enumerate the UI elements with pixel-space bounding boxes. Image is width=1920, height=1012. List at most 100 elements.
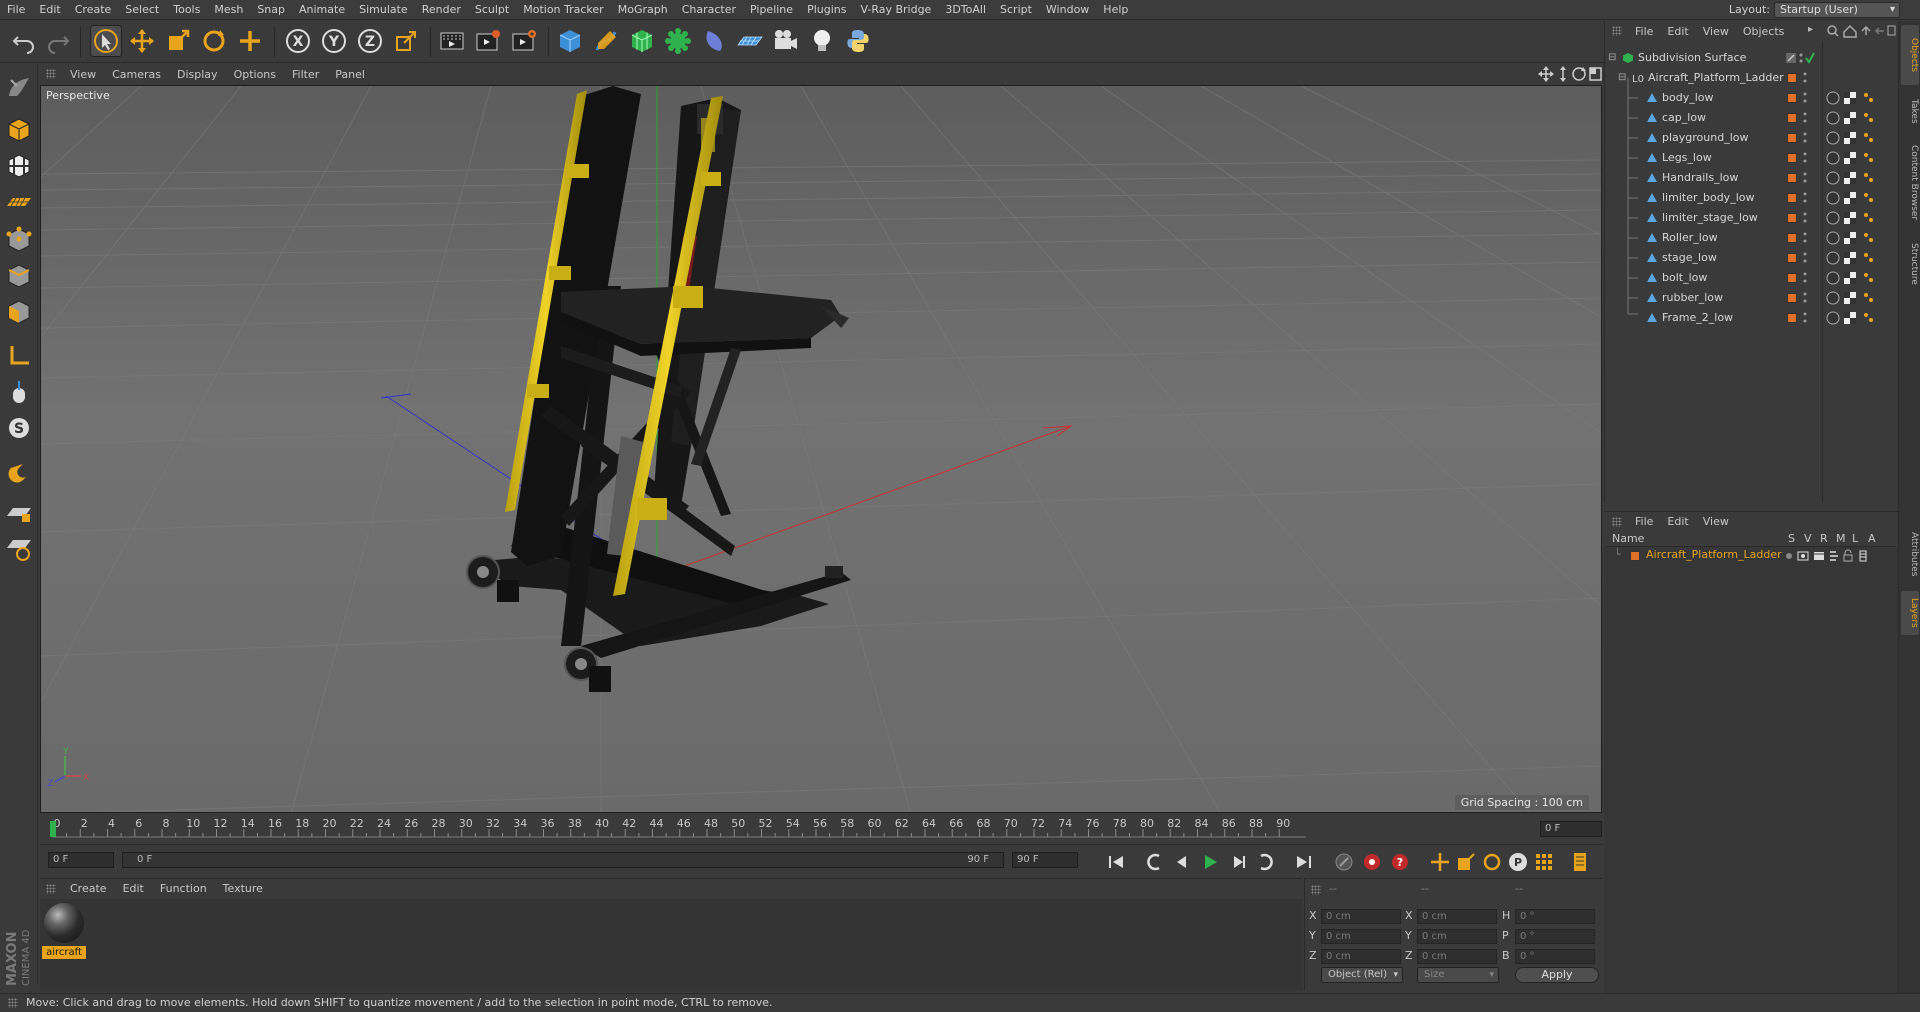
layer-color-swatch[interactable] bbox=[1787, 313, 1797, 323]
add-icon[interactable] bbox=[234, 25, 266, 57]
om-row-aircraft-platform-ladder[interactable]: ⊟ L0 Aircraft_Platform_Ladder bbox=[1606, 68, 1896, 88]
uvw-tag-icon[interactable] bbox=[1844, 292, 1856, 304]
menu-vray-bridge[interactable]: V-Ray Bridge bbox=[853, 0, 938, 20]
lm-menu-view[interactable]: View bbox=[1696, 515, 1736, 528]
perspective-viewport[interactable]: Y X Z Perspective Grid Spacing : 100 cm bbox=[40, 85, 1602, 813]
rotation-key-icon[interactable] bbox=[1480, 850, 1504, 874]
layer-animation-icon[interactable] bbox=[1859, 550, 1867, 562]
scale-icon[interactable] bbox=[162, 25, 194, 57]
rotate-icon[interactable] bbox=[198, 25, 230, 57]
tab-objects[interactable]: Objects bbox=[1901, 25, 1919, 85]
om-row-child[interactable]: cap_low bbox=[1606, 108, 1896, 128]
subdivision-icon[interactable] bbox=[626, 25, 658, 57]
om-row-child[interactable]: Legs_low bbox=[1606, 148, 1896, 168]
menu-character[interactable]: Character bbox=[675, 0, 743, 20]
subdivision-edit-icon[interactable] bbox=[1786, 53, 1796, 63]
layout-select[interactable]: Startup (User) bbox=[1774, 2, 1900, 18]
menu-window[interactable]: Window bbox=[1039, 0, 1096, 20]
menu-motion-tracker[interactable]: Motion Tracker bbox=[516, 0, 610, 20]
menu-script[interactable]: Script bbox=[993, 0, 1039, 20]
om-row-child[interactable]: limiter_body_low bbox=[1606, 188, 1896, 208]
om-row-child[interactable]: playground_low bbox=[1606, 128, 1896, 148]
phong-tag-icon[interactable] bbox=[1864, 293, 1873, 302]
viewport-menu-panel[interactable]: Panel bbox=[327, 68, 373, 81]
viewport-menu-view[interactable]: View bbox=[62, 68, 104, 81]
coordinate-system-icon[interactable] bbox=[390, 25, 422, 57]
layer-color-swatch[interactable] bbox=[1630, 551, 1640, 561]
menu-animate[interactable]: Animate bbox=[292, 0, 352, 20]
play-forward-icon[interactable] bbox=[1198, 850, 1222, 874]
pen-icon[interactable] bbox=[590, 25, 622, 57]
uvw-tag-icon[interactable] bbox=[1844, 192, 1856, 204]
om-row-child[interactable]: limiter_stage_low bbox=[1606, 208, 1896, 228]
move-icon[interactable] bbox=[126, 25, 158, 57]
select-arrow-icon[interactable] bbox=[90, 25, 122, 57]
om-menu-objects[interactable]: Objects bbox=[1736, 25, 1792, 38]
y-axis-icon[interactable]: Y bbox=[318, 25, 350, 57]
keyframe-selection-icon[interactable]: ? bbox=[1388, 850, 1412, 874]
toggle-layout-icon[interactable] bbox=[1589, 67, 1602, 81]
om-menu-edit[interactable]: Edit bbox=[1660, 25, 1695, 38]
previous-frame-icon[interactable] bbox=[1170, 850, 1194, 874]
viewport-menu-display[interactable]: Display bbox=[169, 68, 226, 81]
visibility-dots-icon[interactable] bbox=[1803, 251, 1807, 265]
camera-icon[interactable] bbox=[770, 25, 802, 57]
snap-settings-icon[interactable]: S bbox=[3, 412, 35, 444]
phong-tag-icon[interactable] bbox=[1864, 233, 1873, 242]
rotation-h-field[interactable]: 0 ° bbox=[1515, 909, 1595, 924]
min-frame-field[interactable]: 0 F bbox=[48, 852, 114, 868]
layer-manager-icon[interactable] bbox=[1830, 551, 1838, 561]
size-y-field[interactable]: 0 cm bbox=[1417, 929, 1497, 944]
rotation-b-field[interactable]: 0 ° bbox=[1515, 949, 1595, 964]
rotate-view-icon[interactable] bbox=[1572, 67, 1586, 81]
tab-attributes[interactable]: Attributes bbox=[1901, 521, 1919, 587]
lm-col-name[interactable]: Name bbox=[1612, 532, 1644, 545]
next-frame-icon[interactable] bbox=[1226, 850, 1250, 874]
polygons-mode-icon[interactable] bbox=[3, 296, 35, 328]
model-mode-icon[interactable] bbox=[3, 114, 35, 146]
points-mode-icon[interactable] bbox=[3, 224, 35, 256]
uvw-tag-icon[interactable] bbox=[1844, 312, 1856, 324]
om-row-child[interactable]: Roller_low bbox=[1606, 228, 1896, 248]
viewport-menu-filter[interactable]: Filter bbox=[284, 68, 327, 81]
material-tag-icon[interactable] bbox=[1826, 111, 1840, 125]
menu-mograph[interactable]: MoGraph bbox=[611, 0, 675, 20]
layer-color-swatch[interactable] bbox=[1787, 113, 1797, 123]
locked-workplane-icon[interactable] bbox=[3, 532, 35, 564]
phong-tag-icon[interactable] bbox=[1864, 213, 1873, 222]
workplane-icon[interactable] bbox=[3, 186, 35, 218]
om-new-window-icon[interactable] bbox=[1887, 25, 1896, 36]
magnet-icon[interactable] bbox=[3, 456, 35, 488]
om-row-subdivision-surface[interactable]: ⊟ Subdivision Surface bbox=[1606, 48, 1896, 68]
redo-icon[interactable] bbox=[42, 25, 74, 57]
menu-sculpt[interactable]: Sculpt bbox=[468, 0, 516, 20]
apply-button[interactable]: Apply bbox=[1515, 967, 1599, 983]
layer-solo-icon[interactable] bbox=[1786, 553, 1792, 559]
position-key-icon[interactable] bbox=[1428, 850, 1452, 874]
uvw-tag-icon[interactable] bbox=[1844, 252, 1856, 264]
edit-render-settings-icon[interactable] bbox=[508, 25, 540, 57]
uvw-tag-icon[interactable] bbox=[1844, 272, 1856, 284]
visibility-dots-icon[interactable] bbox=[1803, 231, 1807, 245]
layer-color-swatch[interactable] bbox=[1787, 293, 1797, 303]
lm-col-manager[interactable]: M bbox=[1836, 532, 1846, 545]
phong-tag-icon[interactable] bbox=[1864, 313, 1873, 322]
material-tag-icon[interactable] bbox=[1826, 191, 1840, 205]
material-tag-icon[interactable] bbox=[1826, 291, 1840, 305]
material-tag-icon[interactable] bbox=[1826, 231, 1840, 245]
layer-color-swatch[interactable] bbox=[1787, 173, 1797, 183]
layer-color-swatch[interactable] bbox=[1787, 93, 1797, 103]
uvw-tag-icon[interactable] bbox=[1844, 152, 1856, 164]
om-home-icon[interactable] bbox=[1843, 24, 1857, 38]
phong-tag-icon[interactable] bbox=[1864, 253, 1873, 262]
uvw-tag-icon[interactable] bbox=[1844, 172, 1856, 184]
phong-tag-icon[interactable] bbox=[1864, 133, 1873, 142]
menu-file[interactable]: File bbox=[0, 0, 32, 20]
visibility-dots-icon[interactable] bbox=[1803, 211, 1807, 225]
undo-icon[interactable] bbox=[8, 25, 40, 57]
menu-tools[interactable]: Tools bbox=[166, 0, 207, 20]
size-x-field[interactable]: 0 cm bbox=[1417, 909, 1497, 924]
om-back-icon[interactable] bbox=[1874, 27, 1884, 35]
render-picture-viewer-icon[interactable] bbox=[472, 25, 504, 57]
next-keyframe-icon[interactable] bbox=[1254, 850, 1278, 874]
